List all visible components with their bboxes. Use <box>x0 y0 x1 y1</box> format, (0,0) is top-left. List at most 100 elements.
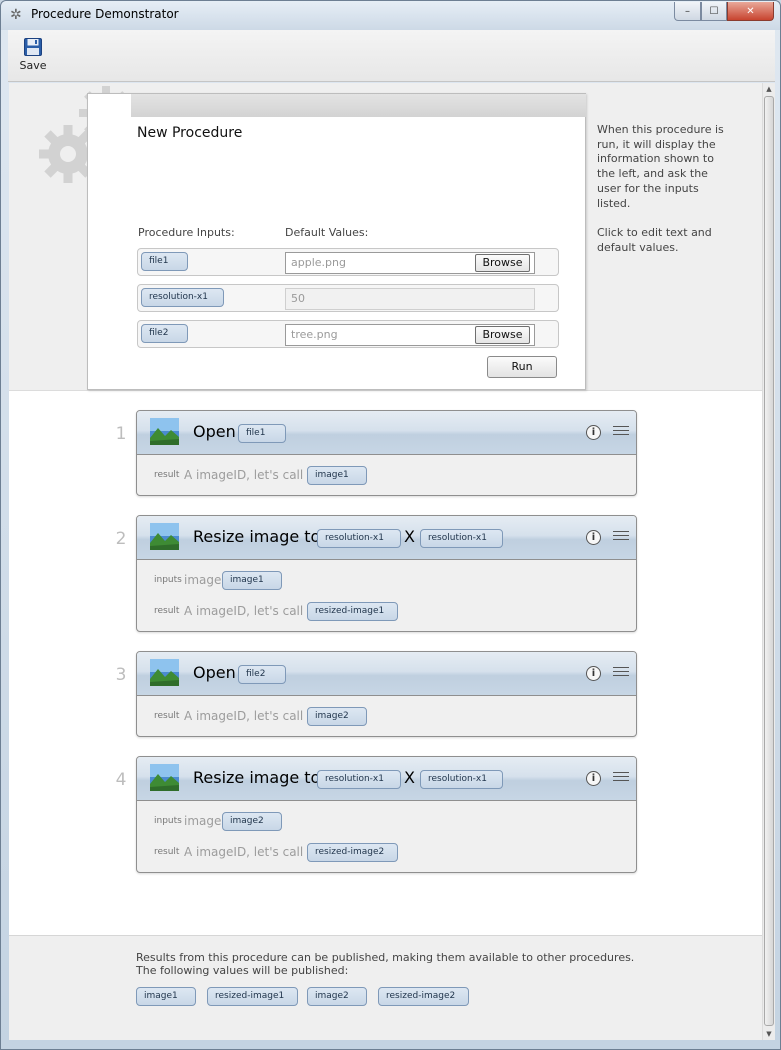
input-row: resolution-x1 50 <box>137 284 559 312</box>
window-controls: – ☐ ✕ <box>674 2 774 21</box>
title-bar: ✲ Procedure Demonstrator – ☐ ✕ <box>1 1 780 30</box>
published-chip[interactable]: image2 <box>307 987 367 1006</box>
default-value-text: apple.png <box>291 256 346 269</box>
app-window: ✲ Procedure Demonstrator – ☐ ✕ Save New … <box>0 0 781 1050</box>
step-title: Open <box>193 422 236 441</box>
browse-button[interactable]: Browse <box>475 254 530 272</box>
scroll-down-arrow-icon[interactable]: ▼ <box>763 1028 775 1040</box>
result-description: A imageID, let's call it <box>184 709 316 723</box>
scroll-thumb[interactable] <box>764 96 774 1026</box>
step-number: 3 <box>115 665 127 685</box>
arg-chip[interactable]: resolution-x1 <box>420 529 503 548</box>
arg-chip[interactable]: file1 <box>238 424 286 443</box>
step-card[interactable]: Open file2 i result A imageID, let's cal… <box>136 651 637 737</box>
close-button[interactable]: ✕ <box>727 2 774 21</box>
info-icon[interactable]: i <box>586 771 601 786</box>
menu-icon[interactable] <box>613 772 629 782</box>
step-title: Resize image to <box>193 768 321 787</box>
step-header: Resize image to resolution-x1 X resoluti… <box>137 757 636 801</box>
help-paragraph: Click to edit text and default values. <box>597 226 712 254</box>
result-variable-chip[interactable]: image2 <box>307 707 367 726</box>
input-variable-chip[interactable]: image1 <box>222 571 282 590</box>
help-text: When this procedure is run, it will disp… <box>597 123 727 271</box>
result-variable-chip[interactable]: resized-image1 <box>307 602 398 621</box>
menu-icon[interactable] <box>613 531 629 541</box>
input-row: file1 apple.png Browse <box>137 248 559 276</box>
step-header: Resize image to resolution-x1 X resoluti… <box>137 516 636 560</box>
info-icon[interactable]: i <box>586 666 601 681</box>
default-value-field[interactable]: tree.png Browse <box>285 324 535 346</box>
times-symbol: X <box>404 768 415 787</box>
result-label: result <box>154 606 180 616</box>
input-row: file2 tree.png Browse <box>137 320 559 348</box>
step-card[interactable]: Open file1 i result A imageID, let's cal… <box>136 410 637 496</box>
step-title: Resize image to <box>193 527 321 546</box>
default-value-text: 50 <box>291 292 305 305</box>
result-label: result <box>154 470 180 480</box>
step-header: Open file2 i <box>137 652 636 696</box>
floppy-disk-icon <box>24 38 42 56</box>
published-chip[interactable]: resized-image2 <box>378 987 469 1006</box>
arg-chip[interactable]: resolution-x1 <box>317 770 401 789</box>
step-card[interactable]: Resize image to resolution-x1 X resoluti… <box>136 756 637 873</box>
published-chip[interactable]: image1 <box>136 987 196 1006</box>
step-title: Open <box>193 663 236 682</box>
help-paragraph: When this procedure is run, it will disp… <box>597 123 724 210</box>
gear-icon: ✲ <box>10 7 22 23</box>
publish-footer: Results from this procedure can be publi… <box>9 935 762 1040</box>
result-variable-chip[interactable]: image1 <box>307 466 367 485</box>
inputs-column-label: Procedure Inputs: <box>138 226 235 239</box>
defaults-column-label: Default Values: <box>285 226 369 239</box>
input-chip-resolution[interactable]: resolution-x1 <box>141 288 224 307</box>
default-value-field[interactable]: 50 <box>285 288 535 310</box>
result-label: result <box>154 711 180 721</box>
procedure-header-section: New Procedure Procedure Inputs: Default … <box>9 83 762 391</box>
minimize-button[interactable]: – <box>674 2 701 21</box>
save-label: Save <box>19 59 47 72</box>
image-icon <box>150 659 179 686</box>
result-variable-chip[interactable]: resized-image2 <box>307 843 398 862</box>
publish-description: Results from this procedure can be publi… <box>136 951 635 977</box>
input-variable-chip[interactable]: image2 <box>222 812 282 831</box>
scroll-up-arrow-icon[interactable]: ▲ <box>763 83 775 95</box>
times-symbol: X <box>404 527 415 546</box>
arg-chip[interactable]: file2 <box>238 665 286 684</box>
inputs-label: inputs <box>154 816 182 826</box>
input-chip-file2[interactable]: file2 <box>141 324 188 343</box>
image-icon <box>150 418 179 445</box>
default-value-text: tree.png <box>291 328 338 341</box>
input-description: image <box>184 573 222 587</box>
menu-icon[interactable] <box>613 426 629 436</box>
result-description: A imageID, let's call it <box>184 468 316 482</box>
published-chip[interactable]: resized-image1 <box>207 987 298 1006</box>
procedure-card[interactable]: New Procedure Procedure Inputs: Default … <box>87 93 586 390</box>
arg-chip[interactable]: resolution-x1 <box>420 770 503 789</box>
window-title: Procedure Demonstrator <box>31 7 179 21</box>
image-icon <box>150 764 179 791</box>
toolbar: Save <box>8 30 775 82</box>
inputs-label: inputs <box>154 575 182 585</box>
menu-icon[interactable] <box>613 667 629 677</box>
input-description: image <box>184 814 222 828</box>
info-icon[interactable]: i <box>586 530 601 545</box>
result-description: A imageID, let's call it <box>184 604 316 618</box>
image-icon <box>150 523 179 550</box>
result-label: result <box>154 847 180 857</box>
step-number: 1 <box>115 424 127 444</box>
step-card[interactable]: Resize image to resolution-x1 X resoluti… <box>136 515 637 632</box>
result-description: A imageID, let's call it <box>184 845 316 859</box>
info-icon[interactable]: i <box>586 425 601 440</box>
procedure-title[interactable]: New Procedure <box>137 125 242 141</box>
arg-chip[interactable]: resolution-x1 <box>317 529 401 548</box>
run-button[interactable]: Run <box>487 356 557 378</box>
procedure-editor: New Procedure Procedure Inputs: Default … <box>9 83 762 1040</box>
maximize-button[interactable]: ☐ <box>701 2 727 21</box>
default-value-field[interactable]: apple.png Browse <box>285 252 535 274</box>
step-header: Open file1 i <box>137 411 636 455</box>
input-chip-file1[interactable]: file1 <box>141 252 188 271</box>
card-top-bar <box>131 94 586 117</box>
browse-button[interactable]: Browse <box>475 326 530 344</box>
step-number: 4 <box>115 770 127 790</box>
vertical-scrollbar[interactable]: ▲ ▼ <box>762 83 775 1040</box>
save-button[interactable]: Save <box>16 36 50 78</box>
